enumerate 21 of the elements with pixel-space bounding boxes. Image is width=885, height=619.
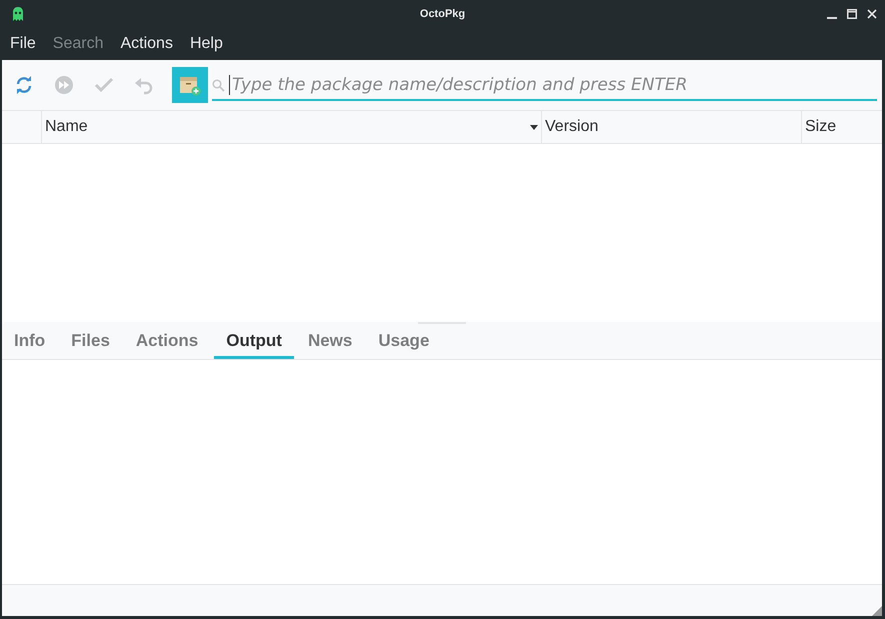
window-title: OctoPkg bbox=[420, 8, 466, 20]
tab[interactable]: Files bbox=[61, 322, 120, 359]
box-icon bbox=[179, 74, 201, 96]
column-header[interactable]: Name bbox=[42, 111, 542, 143]
search-icon bbox=[212, 78, 225, 92]
close-icon[interactable] bbox=[867, 9, 877, 19]
column-header[interactable]: Size bbox=[802, 111, 882, 143]
menu-item[interactable]: File bbox=[10, 35, 36, 53]
tab[interactable]: Actions bbox=[126, 322, 208, 359]
tab[interactable]: News bbox=[298, 322, 362, 359]
tab[interactable]: Output bbox=[214, 322, 294, 359]
maximize-icon[interactable] bbox=[847, 9, 857, 19]
menu-item[interactable]: Actions bbox=[120, 35, 173, 53]
column-header[interactable]: Version bbox=[542, 111, 802, 143]
resize-grip-icon[interactable] bbox=[872, 606, 882, 616]
sync-icon[interactable] bbox=[14, 75, 34, 95]
menu-item[interactable]: Help bbox=[190, 35, 223, 53]
package-button[interactable] bbox=[172, 67, 208, 103]
tab[interactable]: Info bbox=[4, 322, 56, 359]
ghost-icon bbox=[12, 7, 24, 21]
tab[interactable]: Usage bbox=[368, 322, 440, 359]
